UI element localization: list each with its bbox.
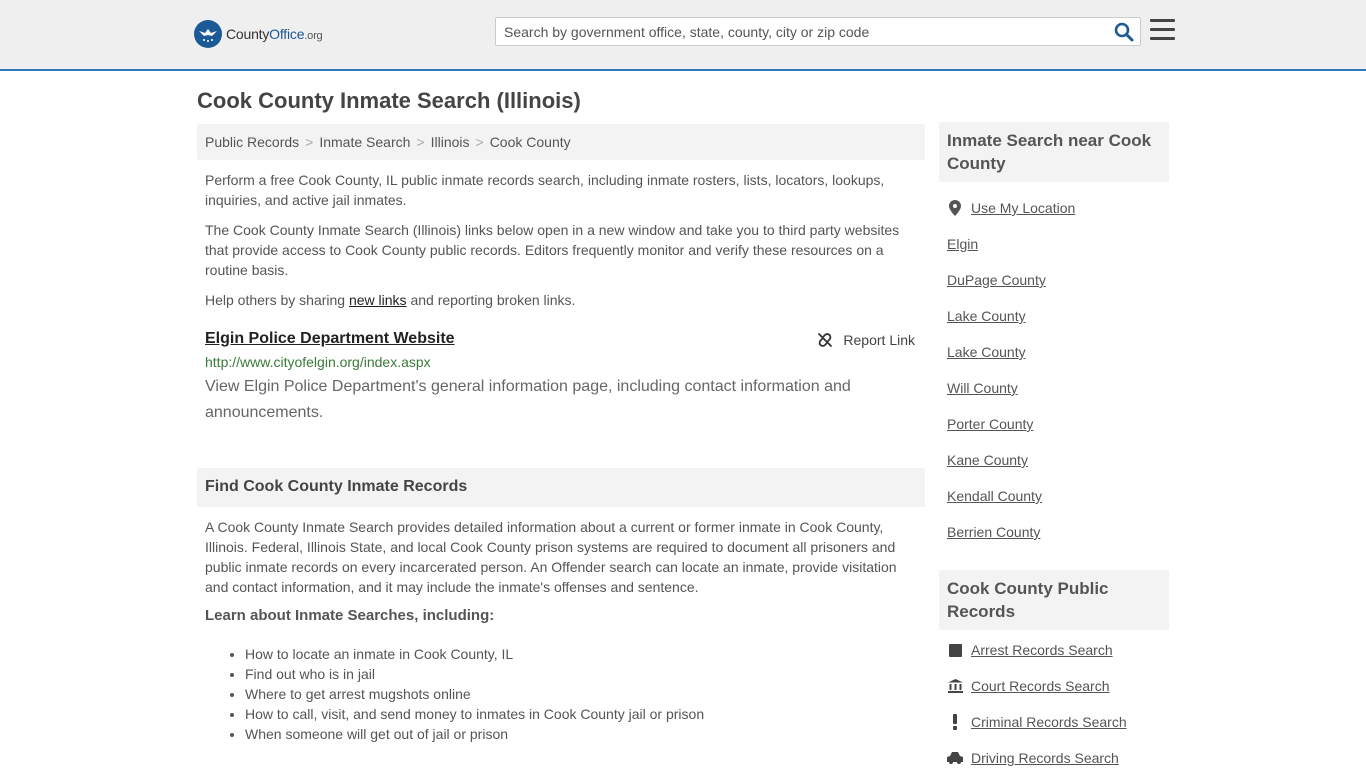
square-icon <box>947 643 963 657</box>
list-item: How to call, visit, and send money to in… <box>245 704 925 724</box>
nearby-list: Use My Location Elgin DuPage County Lake… <box>939 190 1169 550</box>
sidebar-item: Berrien County <box>947 514 1161 550</box>
exclamation-icon <box>947 714 963 730</box>
search-input[interactable] <box>496 18 1106 45</box>
find-records-heading: Find Cook County Inmate Records <box>197 468 925 507</box>
sidebar-item: DuPage County <box>947 262 1161 298</box>
site-logo[interactable]: CountyOffice.org <box>194 20 323 48</box>
driving-records-link[interactable]: Driving Records Search <box>971 750 1119 766</box>
list-item: Find out who is in jail <box>245 664 925 684</box>
nearby-link[interactable]: DuPage County <box>947 272 1046 288</box>
disclaimer-paragraph: The Cook County Inmate Search (Illinois)… <box>205 222 900 278</box>
logo-wordmark: CountyOffice.org <box>226 26 323 42</box>
nearby-link[interactable]: Lake County <box>947 344 1026 360</box>
sidebar-item: Driving Records Search <box>947 740 1161 776</box>
sidebar: Inmate Search near Cook County Use My Lo… <box>939 122 1169 776</box>
nearby-link[interactable]: Elgin <box>947 236 978 252</box>
new-links-link[interactable]: new links <box>349 292 407 308</box>
sidebar-item: Lake County <box>947 334 1161 370</box>
court-records-link[interactable]: Court Records Search <box>971 678 1110 694</box>
breadcrumb-public-records[interactable]: Public Records <box>205 134 299 150</box>
breadcrumb-inmate-search[interactable]: Inmate Search <box>319 134 410 150</box>
list-item: When someone will get out of jail or pri… <box>245 724 925 744</box>
breadcrumb-cook-county[interactable]: Cook County <box>490 134 571 150</box>
eagle-logo-icon <box>194 20 222 48</box>
intro-paragraph: Perform a free Cook County, IL public in… <box>205 172 885 208</box>
resource-link-item: Elgin Police Department Website Report L… <box>197 330 925 426</box>
map-pin-icon <box>947 200 963 216</box>
breadcrumb-separator: > <box>475 134 484 150</box>
nearby-link[interactable]: Porter County <box>947 416 1033 432</box>
nearby-link[interactable]: Lake County <box>947 308 1026 324</box>
learn-heading: Learn about Inmate Searches, including: <box>205 607 495 624</box>
nearby-heading: Inmate Search near Cook County <box>939 122 1169 182</box>
breadcrumb-separator: > <box>416 134 425 150</box>
search-icon[interactable] <box>1114 22 1134 42</box>
use-location-item: Use My Location <box>947 190 1161 226</box>
broken-link-icon <box>818 333 833 347</box>
report-link-button[interactable]: Report Link <box>817 332 915 348</box>
sharing-paragraph: Help others by sharing new links and rep… <box>205 292 576 308</box>
criminal-records-link[interactable]: Criminal Records Search <box>971 714 1127 730</box>
breadcrumb: Public Records > Inmate Search > Illinois > Co… <box>197 124 925 160</box>
sidebar-item: Will County <box>947 370 1161 406</box>
nearby-link[interactable]: Kane County <box>947 452 1028 468</box>
breadcrumb-illinois[interactable]: Illinois <box>431 134 470 150</box>
sidebar-item: Porter County <box>947 406 1161 442</box>
list-item: Where to get arrest mugshots online <box>245 684 925 704</box>
nearby-link[interactable]: Berrien County <box>947 524 1040 540</box>
sidebar-item: Kendall County <box>947 478 1161 514</box>
resource-link-description: View Elgin Police Department's general i… <box>205 378 851 421</box>
courthouse-icon <box>947 679 963 693</box>
search-bar <box>495 17 1141 46</box>
nearby-link[interactable]: Will County <box>947 380 1018 396</box>
find-records-paragraph: A Cook County Inmate Search provides det… <box>205 519 897 595</box>
breadcrumb-separator: > <box>305 134 314 150</box>
arrest-records-link[interactable]: Arrest Records Search <box>971 642 1113 658</box>
main-content: Public Records > Inmate Search > Illinois > Co… <box>197 124 925 744</box>
report-link-label: Report Link <box>843 332 915 348</box>
public-records-heading: Cook County Public Records <box>939 570 1169 630</box>
sidebar-item: Lake County <box>947 298 1161 334</box>
sidebar-item: Kane County <box>947 442 1161 478</box>
sidebar-item: Court Records Search <box>947 668 1161 704</box>
resource-link-title[interactable]: Elgin Police Department Website <box>205 330 455 347</box>
learn-list: How to locate an inmate in Cook County, … <box>197 644 925 744</box>
sidebar-item: Criminal Records Search <box>947 704 1161 740</box>
use-location-link[interactable]: Use My Location <box>971 200 1075 216</box>
nearby-link[interactable]: Kendall County <box>947 488 1042 504</box>
hamburger-menu-icon[interactable] <box>1150 19 1175 41</box>
sidebar-item: Arrest Records Search <box>947 632 1161 668</box>
car-icon <box>947 752 963 764</box>
sidebar-item: Elgin <box>947 226 1161 262</box>
site-header: CountyOffice.org <box>0 0 1366 71</box>
resource-link-url: http://www.cityofelgin.org/index.aspx <box>205 354 431 370</box>
page-title: Cook County Inmate Search (Illinois) <box>197 88 581 113</box>
public-records-list: Arrest Records Search Court Records Sear… <box>939 632 1169 776</box>
list-item: How to locate an inmate in Cook County, … <box>245 644 925 664</box>
